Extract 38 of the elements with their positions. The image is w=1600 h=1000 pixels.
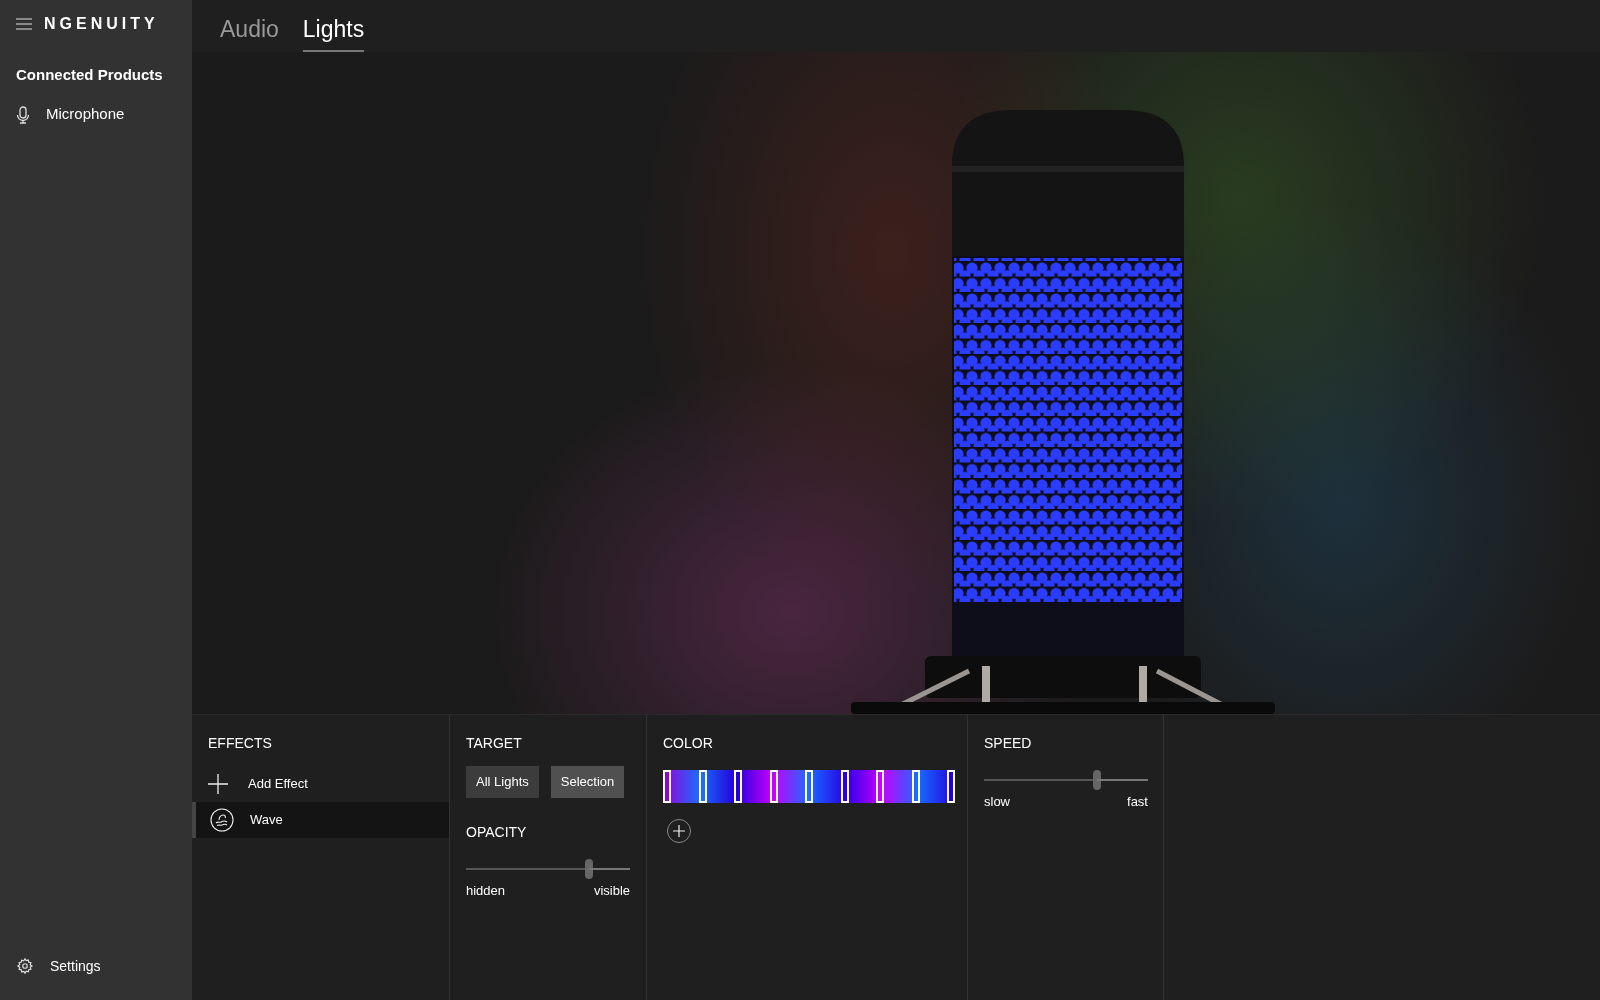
section-heading: TARGET xyxy=(466,734,523,753)
app-title: NGENUITY xyxy=(44,14,159,34)
color-stop[interactable] xyxy=(876,770,884,803)
color-stop[interactable] xyxy=(663,770,671,803)
section-heading: EFFECTS xyxy=(207,734,273,753)
settings-icon xyxy=(16,957,34,975)
settings-item[interactable]: Settings xyxy=(0,946,192,986)
color-stop[interactable] xyxy=(911,770,920,803)
microphone-icon xyxy=(16,105,30,124)
color-stop[interactable] xyxy=(947,770,955,803)
slider-thumb[interactable] xyxy=(1093,770,1102,790)
target-button[interactable]: All Lights xyxy=(466,766,539,798)
section-heading: COLOR xyxy=(663,734,714,753)
plus-icon xyxy=(673,825,685,837)
slider[interactable] xyxy=(984,770,1148,790)
slider-max-label: fast xyxy=(1127,793,1148,811)
color-gradient-bar[interactable] xyxy=(663,770,955,803)
menu-icon[interactable] xyxy=(16,18,32,30)
color-stop[interactable] xyxy=(840,770,849,803)
target-button[interactable]: Selection xyxy=(550,766,625,798)
slider[interactable] xyxy=(466,859,630,879)
add-effect-button[interactable]: Add Effect xyxy=(192,766,449,802)
section-heading: OPACITY xyxy=(466,823,528,842)
wave-icon xyxy=(210,808,234,832)
color-stop[interactable] xyxy=(698,770,707,803)
effect-item[interactable]: Wave xyxy=(192,802,449,838)
section-heading: SPEED xyxy=(984,734,1033,753)
slider-thumb[interactable] xyxy=(585,859,593,879)
color-stop[interactable] xyxy=(805,770,813,803)
slider-min-label: slow xyxy=(984,793,1010,811)
color-stop[interactable] xyxy=(734,770,742,803)
plus-icon xyxy=(208,774,228,794)
slider-max-label: visible xyxy=(593,882,630,900)
slider-min-label: hidden xyxy=(466,882,506,900)
color-stop[interactable] xyxy=(769,770,778,803)
tab[interactable]: Audio xyxy=(220,11,279,52)
sidebar-item[interactable]: Microphone xyxy=(0,94,192,135)
sidebar-heading: Connected Products xyxy=(15,65,164,85)
